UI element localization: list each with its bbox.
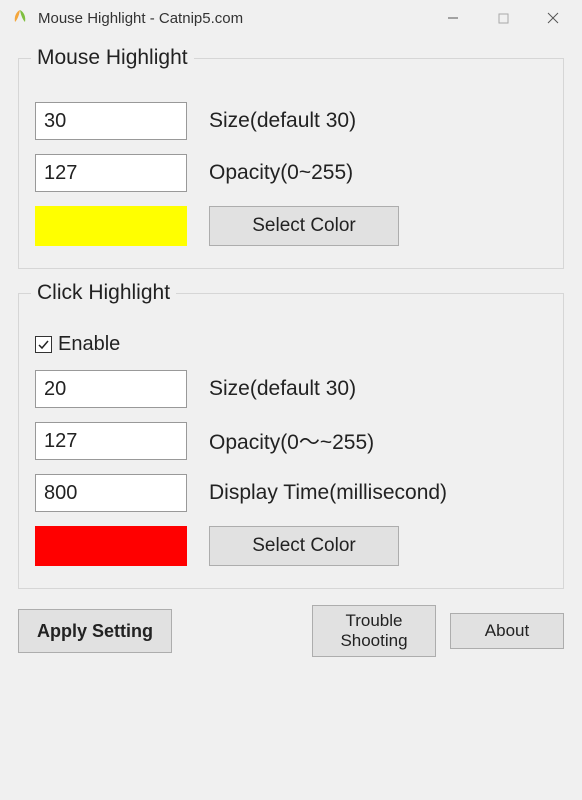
display-time-row: Display Time(millisecond): [35, 474, 547, 512]
mouse-highlight-legend: Mouse Highlight: [31, 46, 194, 70]
click-opacity-input[interactable]: [35, 422, 187, 460]
click-highlight-legend: Click Highlight: [31, 281, 176, 305]
enable-checkbox[interactable]: [35, 336, 52, 353]
click-color-row: Select Color: [35, 526, 547, 566]
opacity-row: Opacity(0~255): [35, 154, 547, 192]
mouse-opacity-label: Opacity(0~255): [209, 161, 353, 185]
trouble-shooting-button[interactable]: Trouble Shooting: [312, 605, 436, 657]
click-highlight-group: Click Highlight Enable Size(default 30) …: [18, 281, 564, 589]
enable-label: Enable: [58, 333, 120, 356]
about-button[interactable]: About: [450, 613, 564, 649]
mouse-size-label: Size(default 30): [209, 109, 356, 133]
size-row: Size(default 30): [35, 102, 547, 140]
mouse-color-swatch: [35, 206, 187, 246]
click-size-input[interactable]: [35, 370, 187, 408]
client-area: Mouse Highlight Size(default 30) Opacity…: [0, 36, 582, 800]
mouse-select-color-button[interactable]: Select Color: [209, 206, 399, 246]
color-row: Select Color: [35, 206, 547, 246]
click-size-row: Size(default 30): [35, 370, 547, 408]
display-time-input[interactable]: [35, 474, 187, 512]
enable-row: Enable: [35, 333, 547, 356]
app-window: Mouse Highlight - Catnip5.com Mouse High…: [0, 0, 582, 800]
click-color-swatch: [35, 526, 187, 566]
mouse-opacity-input[interactable]: [35, 154, 187, 192]
app-icon: [10, 8, 30, 28]
footer-buttons: Apply Setting Trouble Shooting About: [18, 605, 564, 657]
titlebar: Mouse Highlight - Catnip5.com: [0, 0, 582, 36]
click-opacity-label: Opacity(0～~255): [209, 426, 374, 456]
click-opacity-row: Opacity(0～~255): [35, 422, 547, 460]
minimize-button[interactable]: [428, 2, 478, 34]
close-button[interactable]: [528, 2, 578, 34]
display-time-label: Display Time(millisecond): [209, 481, 447, 505]
apply-setting-button[interactable]: Apply Setting: [18, 609, 172, 653]
mouse-size-input[interactable]: [35, 102, 187, 140]
window-title: Mouse Highlight - Catnip5.com: [38, 10, 243, 27]
mouse-highlight-group: Mouse Highlight Size(default 30) Opacity…: [18, 46, 564, 269]
maximize-button[interactable]: [478, 2, 528, 34]
click-select-color-button[interactable]: Select Color: [209, 526, 399, 566]
click-size-label: Size(default 30): [209, 377, 356, 401]
